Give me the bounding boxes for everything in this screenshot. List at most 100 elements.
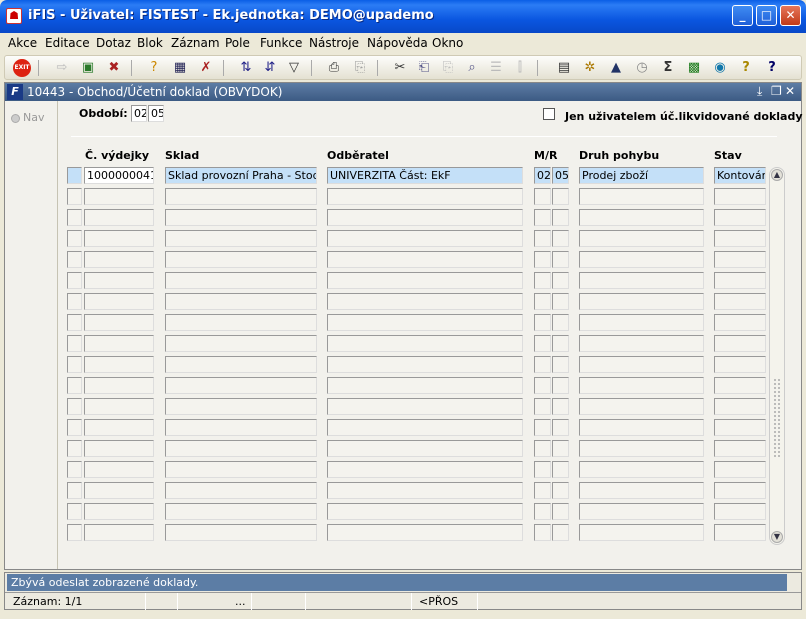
empty-cell[interactable] xyxy=(84,230,154,247)
empty-cell[interactable] xyxy=(714,251,766,268)
empty-cell[interactable] xyxy=(534,356,551,373)
new-record-icon[interactable]: ⇨ xyxy=(53,59,71,77)
year-cell[interactable]: 05 xyxy=(552,167,569,184)
menu-napoveda[interactable]: Nápověda xyxy=(367,36,428,50)
menu-nastroje[interactable]: Nástroje xyxy=(309,36,359,50)
empty-cell[interactable] xyxy=(714,377,766,394)
empty-cell[interactable] xyxy=(67,482,82,499)
vertical-scrollbar[interactable]: ▲ ▼ xyxy=(769,167,785,545)
empty-cell[interactable] xyxy=(165,524,317,541)
empty-cell[interactable] xyxy=(579,230,704,247)
empty-cell[interactable] xyxy=(165,230,317,247)
empty-cell[interactable] xyxy=(714,230,766,247)
empty-cell[interactable] xyxy=(67,251,82,268)
empty-cell[interactable] xyxy=(579,335,704,352)
empty-cell[interactable] xyxy=(84,356,154,373)
sum-icon[interactable]: Σ xyxy=(659,59,677,77)
empty-cell[interactable] xyxy=(327,524,523,541)
form-restore-icon[interactable]: ❐ xyxy=(771,84,782,98)
empty-cell[interactable] xyxy=(579,377,704,394)
empty-cell[interactable] xyxy=(165,209,317,226)
empty-cell[interactable] xyxy=(327,398,523,415)
empty-cell[interactable] xyxy=(579,356,704,373)
delete-record-icon[interactable]: ✖ xyxy=(105,59,123,77)
menu-dotaz[interactable]: Dotaz xyxy=(96,36,131,50)
empty-cell[interactable] xyxy=(67,356,82,373)
filter-icon[interactable]: ▽ xyxy=(285,59,303,77)
menu-blok[interactable]: Blok xyxy=(137,36,163,50)
empty-cell[interactable] xyxy=(534,230,551,247)
sort-desc-icon[interactable]: ⇵ xyxy=(261,59,279,77)
columns-icon[interactable]: ⫿ xyxy=(511,59,529,77)
empty-cell[interactable] xyxy=(67,398,82,415)
empty-cell[interactable] xyxy=(67,272,82,289)
empty-cell[interactable] xyxy=(84,398,154,415)
empty-cell[interactable] xyxy=(534,419,551,436)
maximize-icon[interactable]: □ xyxy=(756,5,777,26)
empty-cell[interactable] xyxy=(552,272,569,289)
empty-cell[interactable] xyxy=(579,461,704,478)
empty-cell[interactable] xyxy=(327,377,523,394)
empty-cell[interactable] xyxy=(165,503,317,520)
empty-cell[interactable] xyxy=(534,398,551,415)
cut-icon[interactable]: ✂ xyxy=(391,59,409,77)
empty-cell[interactable] xyxy=(327,356,523,373)
empty-cell[interactable] xyxy=(534,293,551,310)
empty-cell[interactable] xyxy=(534,251,551,268)
month-cell[interactable]: 02 xyxy=(534,167,551,184)
menu-akce[interactable]: Akce xyxy=(8,36,37,50)
empty-cell[interactable] xyxy=(165,251,317,268)
copy-icon[interactable]: ⎗ xyxy=(415,59,433,77)
empty-cell[interactable] xyxy=(165,335,317,352)
empty-cell[interactable] xyxy=(327,461,523,478)
empty-cell[interactable] xyxy=(579,209,704,226)
empty-cell[interactable] xyxy=(84,251,154,268)
print-preview-icon[interactable]: ⎘ xyxy=(351,59,369,77)
empty-cell[interactable] xyxy=(534,272,551,289)
empty-cell[interactable] xyxy=(165,314,317,331)
empty-cell[interactable] xyxy=(552,335,569,352)
query-icon[interactable]: ? xyxy=(145,59,163,77)
globe-icon[interactable]: ◉ xyxy=(711,59,729,77)
empty-cell[interactable] xyxy=(327,230,523,247)
empty-cell[interactable] xyxy=(84,419,154,436)
empty-cell[interactable] xyxy=(552,188,569,205)
empty-cell[interactable] xyxy=(327,272,523,289)
empty-cell[interactable] xyxy=(165,482,317,499)
menu-pole[interactable]: Pole xyxy=(225,36,250,50)
empty-cell[interactable] xyxy=(534,461,551,478)
empty-cell[interactable] xyxy=(579,251,704,268)
empty-cell[interactable] xyxy=(165,356,317,373)
settings-icon[interactable]: ✲ xyxy=(581,59,599,77)
help-icon[interactable]: ? xyxy=(763,59,781,77)
window-title-bar[interactable]: ☗ iFIS - Uživatel: FISTEST - Ek.jednotka… xyxy=(0,0,806,33)
empty-cell[interactable] xyxy=(165,377,317,394)
empty-cell[interactable] xyxy=(552,503,569,520)
empty-cell[interactable] xyxy=(552,440,569,457)
calculator-icon[interactable]: ▤ xyxy=(555,59,573,77)
empty-cell[interactable] xyxy=(552,524,569,541)
empty-cell[interactable] xyxy=(714,440,766,457)
empty-cell[interactable] xyxy=(67,377,82,394)
empty-cell[interactable] xyxy=(534,377,551,394)
empty-cell[interactable] xyxy=(67,335,82,352)
empty-cell[interactable] xyxy=(84,440,154,457)
empty-cell[interactable] xyxy=(327,251,523,268)
empty-cell[interactable] xyxy=(327,482,523,499)
period-month-field[interactable]: 02 xyxy=(131,105,147,122)
paste-icon[interactable]: ⎘ xyxy=(439,59,457,77)
empty-cell[interactable] xyxy=(327,419,523,436)
period-year-field[interactable]: 05 xyxy=(148,105,164,122)
empty-cell[interactable] xyxy=(552,461,569,478)
scroll-up-icon[interactable]: ▲ xyxy=(771,169,783,181)
empty-cell[interactable] xyxy=(327,188,523,205)
empty-cell[interactable] xyxy=(579,440,704,457)
empty-cell[interactable] xyxy=(84,482,154,499)
empty-cell[interactable] xyxy=(84,377,154,394)
empty-cell[interactable] xyxy=(67,461,82,478)
empty-cell[interactable] xyxy=(552,209,569,226)
empty-cell[interactable] xyxy=(534,440,551,457)
empty-cell[interactable] xyxy=(714,293,766,310)
empty-cell[interactable] xyxy=(84,461,154,478)
empty-cell[interactable] xyxy=(714,314,766,331)
